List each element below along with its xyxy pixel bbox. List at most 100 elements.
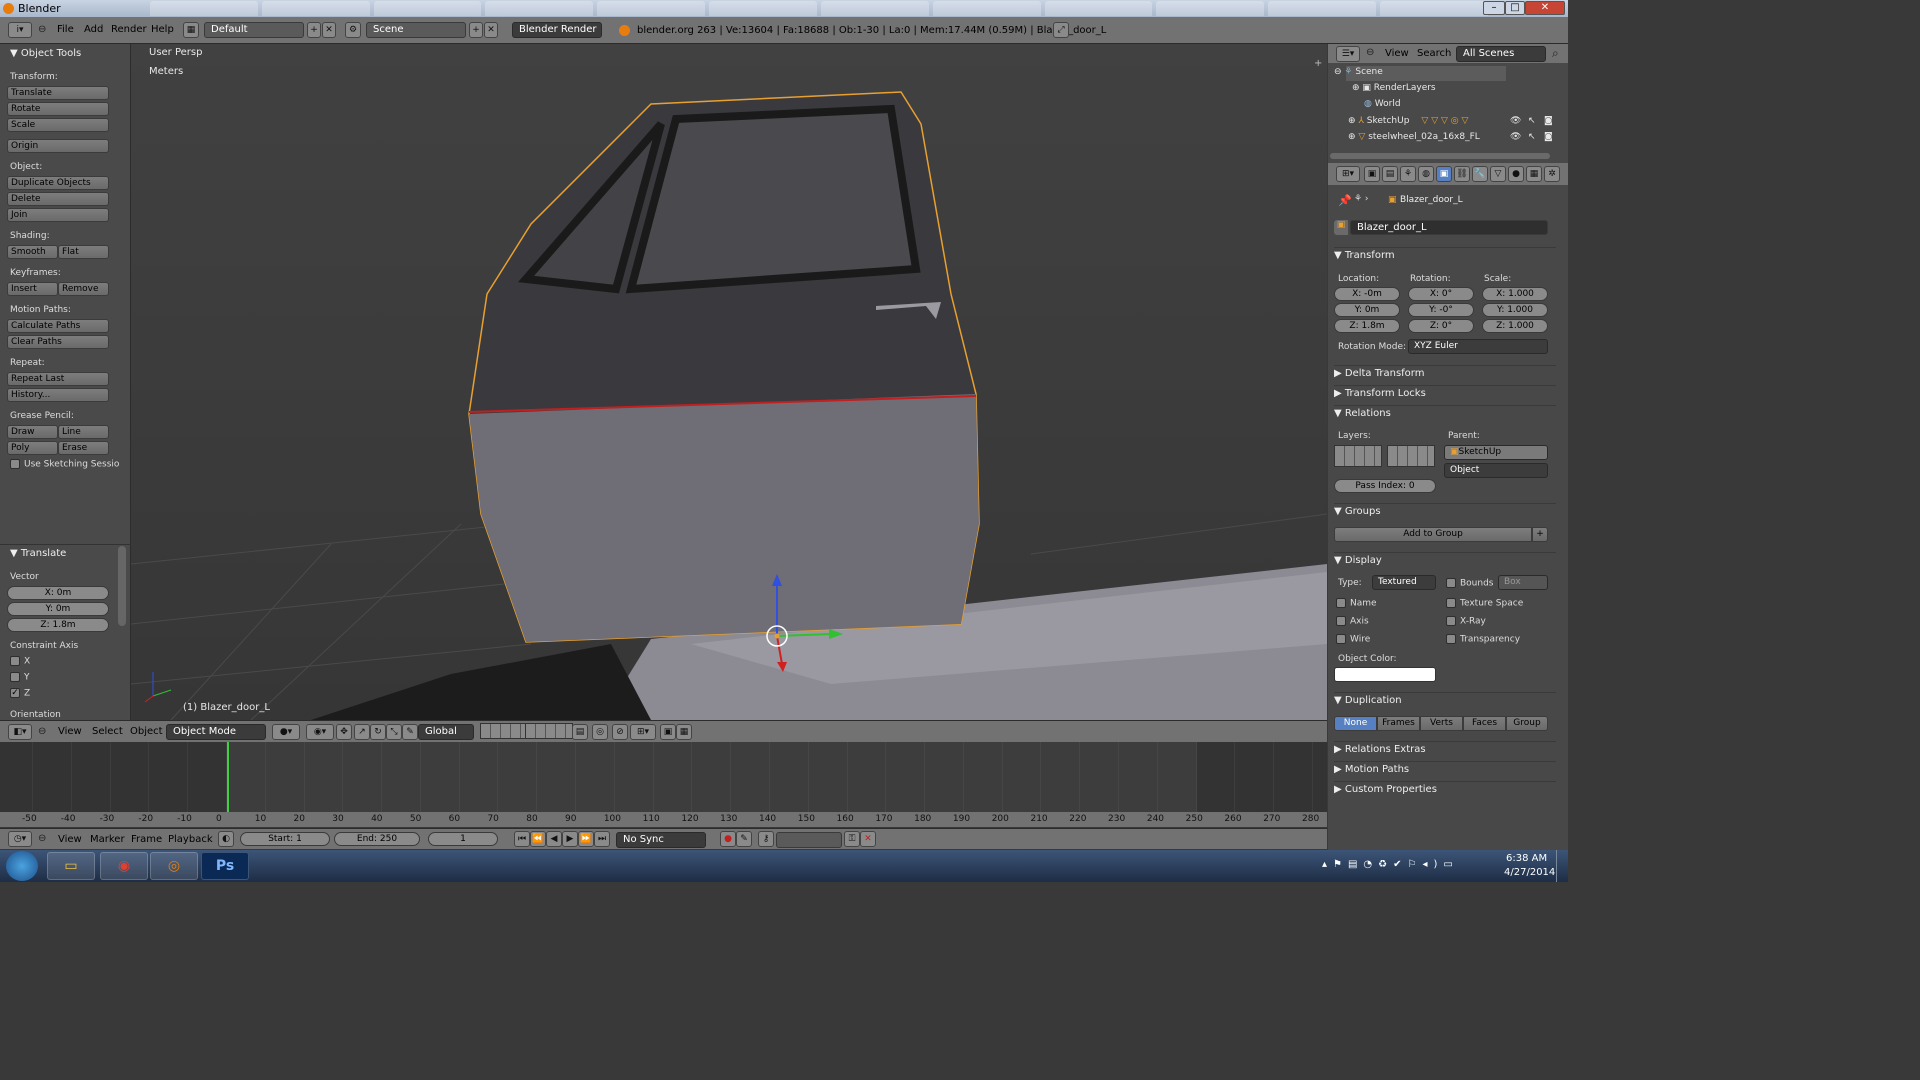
smooth-button[interactable]: Smooth <box>7 245 58 259</box>
vector-z-field[interactable]: Z: 1.8m <box>7 618 109 632</box>
menu-render[interactable]: Render <box>111 24 147 35</box>
editor-type-icon[interactable]: ☰▾ <box>1336 46 1360 62</box>
relations-extras-panel-header[interactable]: ▶ Relations Extras <box>1334 741 1556 755</box>
location-y-field[interactable]: Y: 0m <box>1334 303 1400 317</box>
delete-keyframe-icon[interactable]: ✕ <box>860 831 876 847</box>
constraint-x-checkbox[interactable]: X <box>10 656 30 667</box>
collapse-icon[interactable]: ⊖ <box>38 833 46 844</box>
record-icon[interactable]: ● <box>720 831 736 847</box>
jump-end-icon[interactable]: ⏭ <box>594 831 610 847</box>
duplication-faces-button[interactable]: Faces <box>1463 716 1506 731</box>
collapse-icon[interactable]: ⊖ <box>38 726 46 737</box>
outliner-item-world[interactable]: ◍ World <box>1364 99 1401 109</box>
bounds-checkbox[interactable]: Bounds <box>1446 578 1494 589</box>
line-button[interactable]: Line <box>58 425 109 439</box>
select-arrow-icon[interactable]: ↖ <box>1528 132 1536 142</box>
visibility-eye-icon[interactable]: 👁 <box>1510 116 1521 126</box>
select-arrow-icon[interactable]: ↖ <box>1528 116 1536 126</box>
add-scene-icon[interactable]: + <box>469 22 483 38</box>
snap-icon[interactable]: ⊘ <box>612 724 628 740</box>
mode-dropdown[interactable]: Object Mode <box>166 724 266 740</box>
scale-y-field[interactable]: Y: 1.000 <box>1482 303 1548 317</box>
search-icon[interactable]: ⌕ <box>1552 46 1559 61</box>
menu-view[interactable]: View <box>58 834 82 845</box>
object-layers-grid-2[interactable] <box>1387 445 1435 467</box>
duplication-frames-button[interactable]: Frames <box>1377 716 1420 731</box>
proportional-edit-icon[interactable]: ◎ <box>592 724 608 740</box>
snap-element-icon[interactable]: ⊞▾ <box>630 724 656 740</box>
lock-layers-icon[interactable]: ▤ <box>572 724 588 740</box>
transform-panel-header[interactable]: ▼ Transform <box>1334 247 1556 261</box>
menu-help[interactable]: Help <box>151 24 174 35</box>
3d-viewport[interactable]: User Persp Meters (1) Blazer_door_L + <box>131 44 1327 720</box>
chrome-taskbar-icon[interactable]: ◉ <box>100 852 148 880</box>
modifiers-tab-icon[interactable]: 🔧 <box>1472 166 1488 182</box>
remove-scene-icon[interactable]: ✕ <box>484 22 498 38</box>
add-group-icon[interactable]: + <box>1532 527 1548 542</box>
outliner-item-steelwheel[interactable]: ⊕ ▽ steelwheel_02a_16x8_FL <box>1348 132 1480 142</box>
screen-layout-icon[interactable]: ▦ <box>183 22 199 38</box>
collapse-icon[interactable]: ⊖ <box>38 24 46 35</box>
photoshop-taskbar-icon[interactable]: Ps <box>201 852 249 880</box>
system-tray-icons[interactable]: ▴⚑▤◔♻✔⚐◂)▭ <box>1322 859 1459 870</box>
editor-type-icon[interactable]: ◧▾ <box>8 724 32 740</box>
data-tab-icon[interactable]: ▽ <box>1490 166 1506 182</box>
duplication-none-button[interactable]: None <box>1334 716 1377 731</box>
visibility-eye-icon[interactable]: 👁 <box>1510 132 1521 142</box>
editor-type-icon[interactable]: ◷▾ <box>8 831 32 847</box>
scale-manipulator-icon[interactable]: ⤡ <box>386 724 402 740</box>
show-desktop-button[interactable] <box>1556 850 1568 882</box>
maximize-button[interactable]: □ <box>1505 1 1525 15</box>
translate-button[interactable]: Translate <box>7 86 109 100</box>
minimize-button[interactable]: – <box>1483 1 1505 15</box>
render-tab-icon[interactable]: ▣ <box>1364 166 1380 182</box>
object-layers-grid-1[interactable] <box>1334 445 1382 467</box>
layer-buttons-2[interactable] <box>525 723 573 739</box>
menu-file[interactable]: File <box>57 24 74 35</box>
scene-field[interactable]: Scene <box>366 22 466 38</box>
material-tab-icon[interactable]: ● <box>1508 166 1524 182</box>
transform-locks-panel-header[interactable]: ▶ Transform Locks <box>1334 385 1556 399</box>
display-panel-header[interactable]: ▼ Display <box>1334 552 1556 566</box>
pivot-point-icon[interactable]: ◉▾ <box>306 724 334 740</box>
vector-y-field[interactable]: Y: 0m <box>7 602 109 616</box>
display-type-dropdown[interactable]: Textured <box>1372 575 1436 590</box>
constraints-tab-icon[interactable]: ⛓ <box>1454 166 1470 182</box>
jump-start-icon[interactable]: ⏮ <box>514 831 530 847</box>
outliner-filter-dropdown[interactable]: All Scenes <box>1456 46 1546 62</box>
particles-tab-icon[interactable]: ✲ <box>1544 166 1560 182</box>
motion-paths-panel-header[interactable]: ▶ Motion Paths <box>1334 761 1556 775</box>
sync-dropdown[interactable]: No Sync <box>616 832 706 848</box>
world-tab-icon[interactable]: ◍ <box>1418 166 1434 182</box>
outliner-item-scene[interactable]: ⊖ ⚘ Scene <box>1334 67 1383 77</box>
manipulator-icon[interactable]: ✥ <box>336 724 352 740</box>
custom-properties-panel-header[interactable]: ▶ Custom Properties <box>1334 781 1556 795</box>
explorer-taskbar-icon[interactable]: ▭ <box>47 852 95 880</box>
insert-keyframe-icon[interactable]: ⚿ <box>844 831 860 847</box>
editor-type-icon[interactable]: ⊞▾ <box>1336 166 1360 182</box>
layer-buttons-1[interactable] <box>480 723 528 739</box>
timeline-ruler[interactable]: -50 -40 -30 -20 -10 0 10 20 30 40 50 60 70 80 90 100 110… <box>0 812 1327 827</box>
constraint-z-checkbox[interactable]: ✓ Z <box>10 688 30 699</box>
show-axis-checkbox[interactable]: Axis <box>1336 616 1369 627</box>
remove-layout-icon[interactable]: ✕ <box>322 22 336 38</box>
translate-operator-header[interactable]: ▼ Translate <box>0 546 131 562</box>
current-frame-field[interactable]: 1 <box>428 832 498 846</box>
keying-icon[interactable]: ✎ <box>736 831 752 847</box>
xray-checkbox[interactable]: X-Ray <box>1446 616 1486 627</box>
translate-manipulator-icon[interactable]: ↗ <box>354 724 370 740</box>
manipulator-extra-icon[interactable]: ✎ <box>402 724 418 740</box>
next-keyframe-icon[interactable]: ⏩ <box>578 831 594 847</box>
render-camera-icon[interactable]: ◙ <box>1544 116 1553 126</box>
groups-panel-header[interactable]: ▼ Groups <box>1334 503 1556 517</box>
editor-type-icon[interactable]: i▾ <box>8 22 32 38</box>
show-name-checkbox[interactable]: Name <box>1336 598 1377 609</box>
object-tab-icon[interactable]: ▣ <box>1436 166 1452 182</box>
play-icon[interactable]: ▶ <box>562 831 578 847</box>
render-preview-icon[interactable]: ▣ <box>660 724 676 740</box>
parent-type-dropdown[interactable]: Object <box>1444 463 1548 478</box>
bounds-type-dropdown[interactable]: Box <box>1498 575 1548 590</box>
history-button[interactable]: History... <box>7 388 109 402</box>
parent-field[interactable]: ▣SketchUp <box>1444 445 1548 460</box>
calculate-paths-button[interactable]: Calculate Paths <box>7 319 109 333</box>
